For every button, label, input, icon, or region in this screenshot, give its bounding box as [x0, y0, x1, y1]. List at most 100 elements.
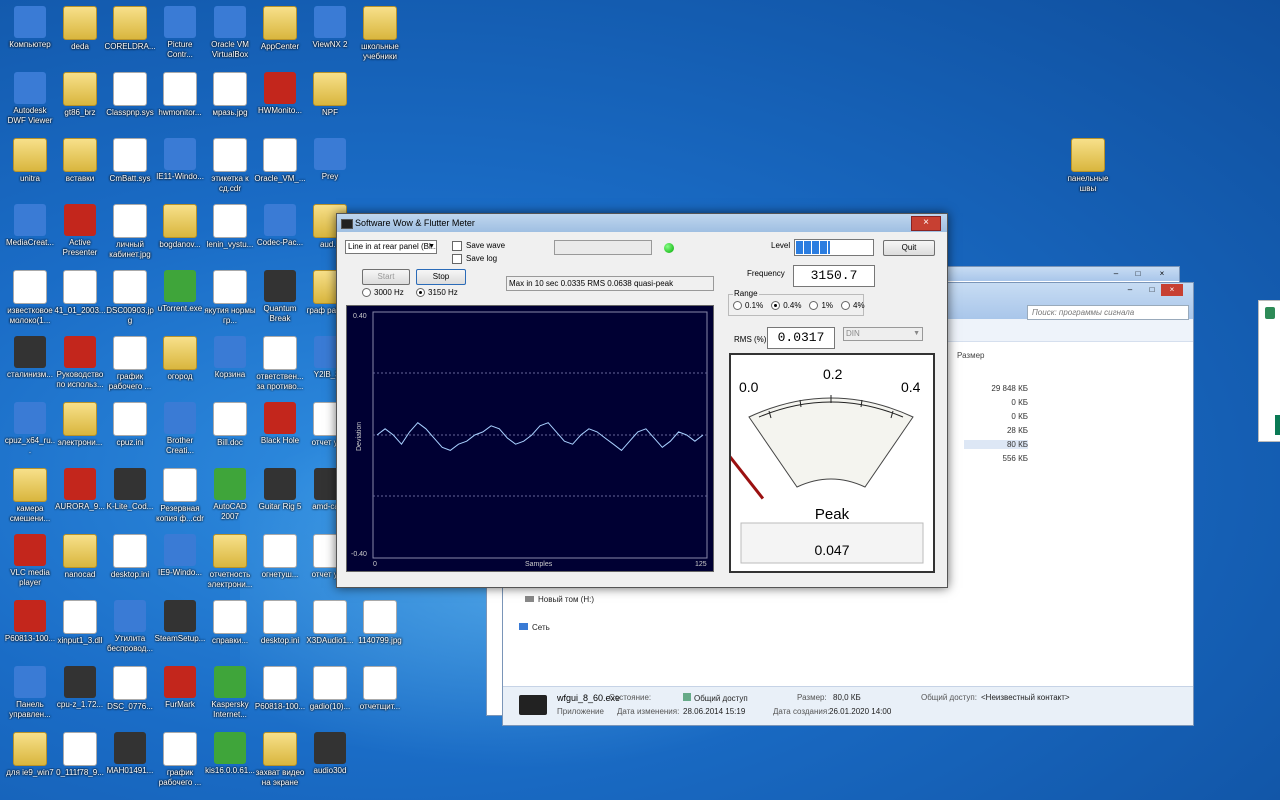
- desktop-icon[interactable]: этикетка к сд.cdr: [204, 138, 256, 194]
- desktop-icon[interactable]: uTorrent.exe: [154, 270, 206, 314]
- nav-item-volume[interactable]: Новый том (H:): [525, 595, 594, 604]
- desktop-icon[interactable]: HWMonito...: [254, 72, 306, 116]
- desktop-icon[interactable]: X3DAudio1...: [304, 600, 356, 646]
- weighting-select[interactable]: DIN ▼: [843, 327, 923, 341]
- desktop-icon[interactable]: Панель управлен...: [4, 666, 56, 720]
- desktop-icon[interactable]: cpuz_x64_ru...: [4, 402, 56, 456]
- desktop-icon[interactable]: IE9-Windo...: [154, 534, 206, 578]
- close-icon[interactable]: ×: [1161, 284, 1183, 296]
- desktop-icon[interactable]: gt86_brz: [54, 72, 106, 118]
- desktop-icon[interactable]: desktop.ini: [254, 600, 306, 646]
- desktop-icon[interactable]: AppCenter: [254, 6, 306, 52]
- save-wave-checkbox[interactable]: Save wave: [452, 241, 505, 251]
- close-icon[interactable]: ×: [911, 216, 941, 231]
- desktop-icon[interactable]: отчетность электрони...: [204, 534, 256, 590]
- range-option-radio[interactable]: 0.1%: [733, 301, 763, 311]
- input-select[interactable]: Line in at rear panel (Bl... ▼: [345, 240, 437, 254]
- desktop-icon[interactable]: Bill.doc: [204, 402, 256, 448]
- column-header-size[interactable]: Размер: [957, 351, 985, 360]
- desktop-icon[interactable]: NPF: [304, 72, 356, 118]
- desktop-icon[interactable]: ответствен... за противо...: [254, 336, 306, 392]
- window-titlebar[interactable]: Software Wow & Flutter Meter ×: [337, 214, 947, 232]
- desktop-icon[interactable]: kis16.0.0.61...: [204, 732, 256, 776]
- stop-button[interactable]: Stop: [416, 269, 466, 285]
- freq-3150-radio[interactable]: 3150 Hz: [416, 288, 458, 298]
- desktop-icon[interactable]: DSC00903.jpg: [104, 270, 156, 326]
- desktop-icon[interactable]: отчетщит...: [354, 666, 406, 712]
- desktop-icon[interactable]: Prey: [304, 138, 356, 182]
- desktop-icon[interactable]: справки...: [204, 600, 256, 646]
- side-notification[interactable]: [1258, 300, 1280, 442]
- desktop-icon[interactable]: hwmonitor...: [154, 72, 206, 118]
- desktop-icon[interactable]: cpuz.ini: [104, 402, 156, 448]
- range-option-radio[interactable]: 4%: [841, 301, 865, 311]
- desktop-icon[interactable]: CmBatt.sys: [104, 138, 156, 184]
- quit-button[interactable]: Quit: [883, 240, 935, 256]
- desktop-icon[interactable]: lenin_vystu...: [204, 204, 256, 250]
- desktop-icon[interactable]: вставки: [54, 138, 106, 184]
- start-button[interactable]: Start: [362, 269, 410, 285]
- desktop-icon[interactable]: Autodesk DWF Viewer: [4, 72, 56, 126]
- search-input[interactable]: Поиск: программы сигнала: [1027, 305, 1189, 320]
- desktop-icon[interactable]: Руководство по использ...: [54, 336, 106, 390]
- desktop-icon[interactable]: сталинизм...: [4, 336, 56, 380]
- desktop-icon[interactable]: камера смешени...: [4, 468, 56, 524]
- desktop-icon[interactable]: мразь.jpg: [204, 72, 256, 118]
- minimize-icon[interactable]: –: [1109, 268, 1123, 280]
- desktop-icon[interactable]: Active Presenter: [54, 204, 106, 258]
- desktop-icon[interactable]: AutoCAD 2007: [204, 468, 256, 522]
- desktop-icon[interactable]: 0_111f78_9...: [54, 732, 106, 778]
- desktop-icon[interactable]: unitra: [4, 138, 56, 184]
- desktop-icon[interactable]: Codec-Pac...: [254, 204, 306, 248]
- desktop-icon[interactable]: захват видео на экране: [254, 732, 306, 788]
- desktop-icon[interactable]: Picture Contr...: [154, 6, 206, 60]
- desktop-icon[interactable]: SteamSetup...: [154, 600, 206, 644]
- desktop-icon[interactable]: cpu-z_1.72...: [54, 666, 106, 710]
- desktop-icon[interactable]: ViewNX 2: [304, 6, 356, 50]
- desktop-icon[interactable]: DSC_0776...: [104, 666, 156, 712]
- desktop-icon[interactable]: Oracle VM VirtualBox: [204, 6, 256, 60]
- desktop-icon[interactable]: Oracle_VM_...: [254, 138, 306, 184]
- desktop-icon[interactable]: панельные швы: [1062, 138, 1114, 194]
- desktop-icon[interactable]: 1140799.jpg: [354, 600, 406, 646]
- desktop-icon[interactable]: Корзина: [204, 336, 256, 380]
- desktop-icon[interactable]: якутия нормы гр...: [204, 270, 256, 326]
- minimize-icon[interactable]: –: [1123, 284, 1137, 296]
- maximize-icon[interactable]: □: [1131, 268, 1145, 280]
- save-log-checkbox[interactable]: Save log: [452, 254, 497, 264]
- desktop-icon[interactable]: nanocad: [54, 534, 106, 580]
- nav-item-network[interactable]: Сеть: [519, 623, 550, 632]
- freq-3000-radio[interactable]: 3000 Hz: [362, 288, 404, 298]
- desktop-icon[interactable]: CORELDRA...: [104, 6, 156, 52]
- desktop-icon[interactable]: Quantum Break: [254, 270, 306, 324]
- desktop-icon[interactable]: FurMark: [154, 666, 206, 710]
- desktop-icon[interactable]: Kaspersky Internet...: [204, 666, 256, 720]
- desktop-icon[interactable]: электрони...: [54, 402, 106, 448]
- desktop-icon[interactable]: gadio(10)...: [304, 666, 356, 712]
- desktop-icon[interactable]: audio30d: [304, 732, 356, 776]
- desktop-icon[interactable]: K-Lite_Cod...: [104, 468, 156, 512]
- desktop-icon[interactable]: график рабочего ...: [154, 732, 206, 788]
- desktop-icon[interactable]: MAH01491...: [104, 732, 156, 776]
- desktop-icon[interactable]: огнетуш...: [254, 534, 306, 580]
- desktop-icon[interactable]: школьные учебники: [354, 6, 406, 62]
- desktop-icon[interactable]: xinput1_3.dll: [54, 600, 106, 646]
- desktop-icon[interactable]: P60818-100...: [254, 666, 306, 712]
- desktop-icon[interactable]: известковое молоко(1...: [4, 270, 56, 326]
- desktop-icon[interactable]: Black Hole: [254, 402, 306, 446]
- desktop-icon[interactable]: огород: [154, 336, 206, 382]
- desktop-icon[interactable]: IE11-Windo...: [154, 138, 206, 182]
- range-option-radio[interactable]: 1%: [809, 301, 833, 311]
- desktop-icon[interactable]: bogdanov...: [154, 204, 206, 250]
- desktop-icon[interactable]: deda: [54, 6, 106, 52]
- desktop-icon[interactable]: MediaCreat...: [4, 204, 56, 248]
- range-option-radio[interactable]: 0.4%: [771, 301, 801, 311]
- desktop-icon[interactable]: 41_01_2003...: [54, 270, 106, 316]
- desktop-icon[interactable]: график рабочего ...: [104, 336, 156, 392]
- desktop-icon[interactable]: Classpnp.sys: [104, 72, 156, 118]
- desktop-icon[interactable]: AURORA_9...: [54, 468, 106, 512]
- desktop-icon[interactable]: Резервная копия ф...cdr: [154, 468, 206, 524]
- desktop-icon[interactable]: для ie9_win7: [4, 732, 56, 778]
- desktop-icon[interactable]: Компьютер: [4, 6, 56, 50]
- close-icon[interactable]: ×: [1155, 268, 1169, 280]
